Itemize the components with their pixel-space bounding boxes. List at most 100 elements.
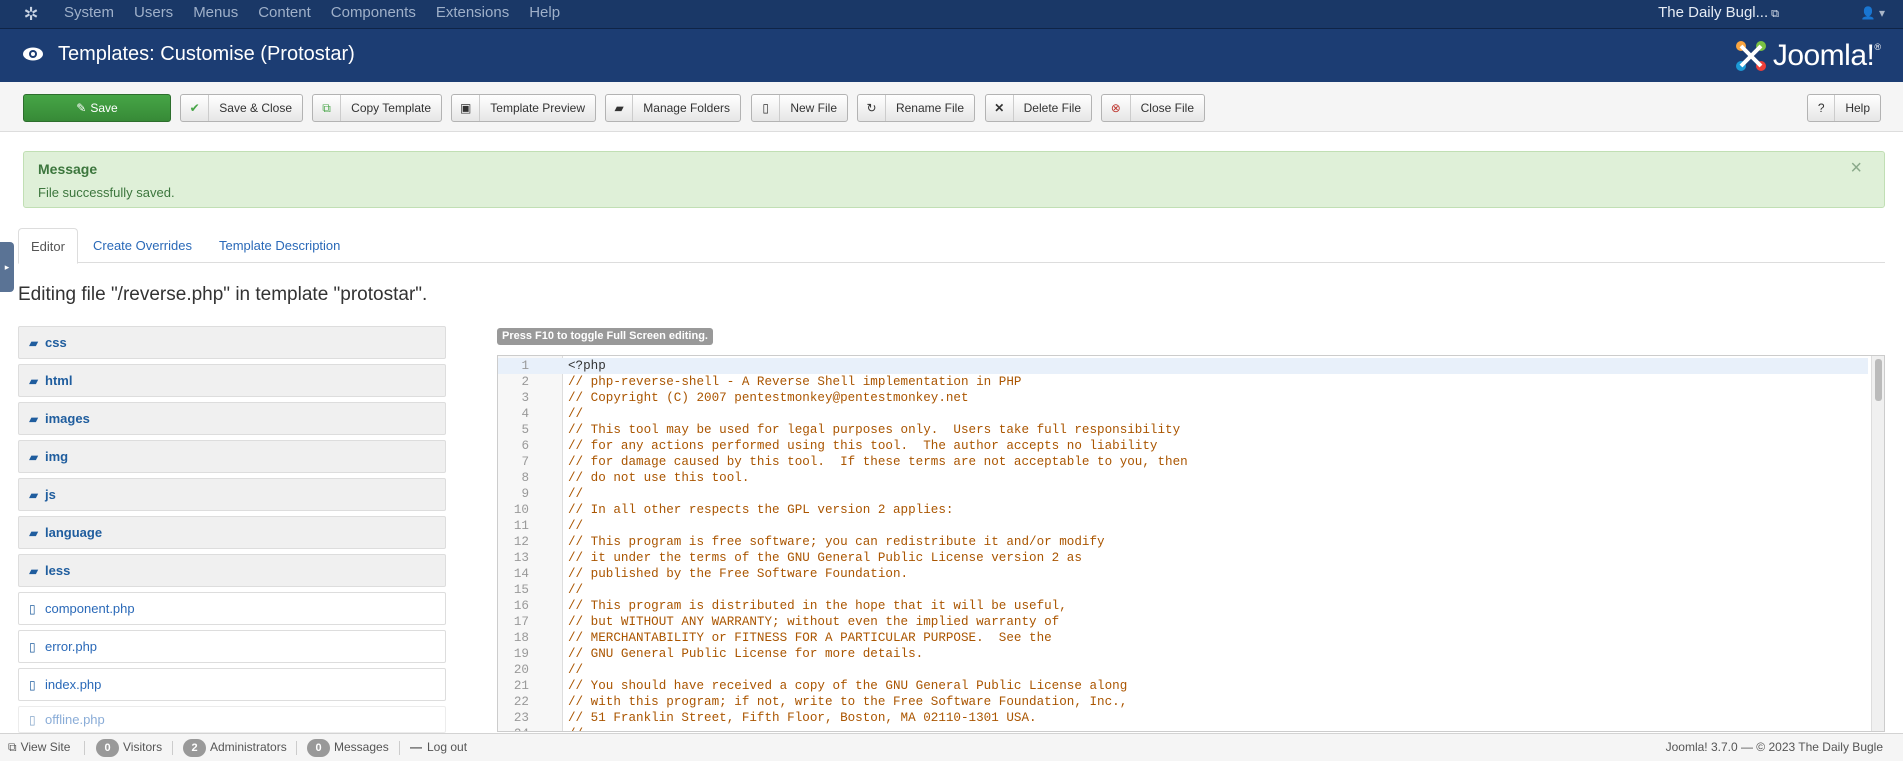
template-preview-button[interactable]: ▣ Template Preview — [451, 94, 596, 122]
folder-js[interactable]: ▰ js — [18, 478, 446, 511]
file-offline-php[interactable]: ▯ offline.php — [18, 706, 446, 733]
save-button[interactable]: ✎ Save — [23, 94, 171, 122]
code-text: // GNU General Public License for more d… — [568, 647, 924, 661]
file-component-php[interactable]: ▯ component.php — [18, 592, 446, 625]
copy-template-button[interactable]: ⧉ Copy Template — [312, 94, 442, 122]
line-number: 12 — [513, 535, 529, 549]
code-line[interactable]: 22 // with this program; if not, write to… — [498, 694, 1868, 710]
code-line[interactable]: 6 // for any actions performed using this… — [498, 438, 1868, 454]
folder-html[interactable]: ▰ html — [18, 364, 446, 397]
code-line[interactable]: 23 // 51 Franklin Street, Fifth Floor, Bo… — [498, 710, 1868, 726]
code-text: // but WITHOUT ANY WARRANTY; without eve… — [568, 615, 1060, 629]
code-line[interactable]: 18 // MERCHANTABILITY or FITNESS FOR A PA… — [498, 630, 1868, 646]
messages-label: Messages — [334, 740, 389, 754]
line-number: 21 — [513, 679, 529, 693]
code-line[interactable]: 2 // php-reverse-shell - A Reverse Shell … — [498, 374, 1868, 390]
code-text: // This program is distributed in the ho… — [568, 599, 1067, 613]
tab-template-description[interactable]: Template Description — [207, 228, 352, 264]
code-line[interactable]: 12 // This program is free software; you … — [498, 534, 1868, 550]
code-editor[interactable]: 1 <?php 2 // php-reverse-shell - A Reverse … — [497, 355, 1885, 732]
line-number: 3 — [521, 391, 529, 405]
code-text: // — [568, 663, 584, 677]
rename-file-label: Rename File — [895, 101, 964, 115]
view-site-link[interactable]: ⧉ View Site — [8, 734, 70, 761]
divider — [172, 741, 173, 755]
code-line[interactable]: 20 // — [498, 662, 1868, 678]
code-line[interactable]: 14 // published by the Free Software Foun… — [498, 566, 1868, 582]
menu-menus[interactable]: Menus — [183, 0, 248, 29]
tab-create-overrides[interactable]: Create Overrides — [81, 228, 204, 264]
code-line[interactable]: 1 <?php — [498, 358, 1868, 374]
folder-images[interactable]: ▰ images — [18, 402, 446, 435]
menu-system[interactable]: System — [54, 0, 124, 29]
scrollbar-thumb[interactable] — [1875, 359, 1882, 401]
folder-less[interactable]: ▰ less — [18, 554, 446, 587]
menu-content[interactable]: Content — [248, 0, 321, 29]
code-line[interactable]: 5 // This tool may be used for legal purp… — [498, 422, 1868, 438]
copy-template-label: Copy Template — [351, 101, 431, 115]
code-line[interactable]: 24 // — [498, 726, 1868, 731]
editor-scrollbar[interactable] — [1871, 356, 1884, 731]
line-number: 4 — [521, 407, 529, 421]
minus-icon: — — [410, 740, 422, 754]
page-header: Templates: Customise (Protostar) Joomla!… — [0, 29, 1903, 82]
menu-components[interactable]: Components — [321, 0, 426, 29]
file-index-php[interactable]: ▯ index.php — [18, 668, 446, 701]
manage-folders-button[interactable]: ▰ Manage Folders — [605, 94, 741, 122]
file-error-php[interactable]: ▯ error.php — [18, 630, 446, 663]
logout-link[interactable]: — Log out — [410, 734, 467, 761]
new-file-label: New File — [790, 101, 837, 115]
code-line[interactable]: 21 // You should have received a copy of … — [498, 678, 1868, 694]
close-file-button[interactable]: ⊗ Close File — [1101, 94, 1205, 122]
save-close-button[interactable]: ✔ Save & Close — [180, 94, 303, 122]
registered-mark: ® — [1874, 42, 1881, 52]
folder-css[interactable]: ▰ css — [18, 326, 446, 359]
folder-language[interactable]: ▰ language — [18, 516, 446, 549]
code-text: // php-reverse-shell - A Reverse Shell i… — [568, 375, 1022, 389]
menu-users[interactable]: Users — [124, 0, 183, 29]
menu-extensions[interactable]: Extensions — [426, 0, 519, 29]
line-number: 9 — [521, 487, 529, 501]
menu-help[interactable]: Help — [519, 0, 570, 29]
folder-icon: ▰ — [29, 411, 39, 426]
messages-link[interactable]: 0 Messages — [307, 734, 389, 761]
copy-icon: ⧉ — [313, 95, 342, 121]
close-icon[interactable]: × — [1850, 158, 1862, 178]
administrators-label: Administrators — [210, 740, 287, 754]
delete-file-label: Delete File — [1023, 101, 1081, 115]
code-line[interactable]: 17 // but WITHOUT ANY WARRANTY; without e… — [498, 614, 1868, 630]
divider — [399, 741, 400, 755]
code-line[interactable]: 7 // for damage caused by this tool. If t… — [498, 454, 1868, 470]
code-line[interactable]: 9 // — [498, 486, 1868, 502]
code-line[interactable]: 19 // GNU General Public License for more… — [498, 646, 1868, 662]
code-line[interactable]: 8 // do not use this tool. — [498, 470, 1868, 486]
visitors-link[interactable]: 0 Visitors — [96, 734, 162, 761]
tab-editor[interactable]: Editor — [18, 228, 78, 264]
code-text: // This tool may be used for legal purpo… — [568, 423, 1181, 437]
joomla-menu-icon[interactable]: ✲ — [20, 4, 42, 24]
file-label: component.php — [45, 601, 135, 616]
version-footer: Joomla! 3.7.0 — © 2023 The Daily Bugle — [1665, 740, 1883, 754]
line-number: 15 — [513, 583, 529, 597]
code-line[interactable]: 15 // — [498, 582, 1868, 598]
delete-file-button[interactable]: ✕ Delete File — [985, 94, 1092, 122]
line-number: 10 — [513, 503, 529, 517]
rename-file-button[interactable]: ↻ Rename File — [857, 94, 975, 122]
code-line[interactable]: 16 // This program is distributed in the … — [498, 598, 1868, 614]
new-file-button[interactable]: ▯ New File — [751, 94, 848, 122]
folder-icon: ▰ — [29, 449, 39, 464]
code-line[interactable]: 11 // — [498, 518, 1868, 534]
visitors-label: Visitors — [123, 740, 163, 754]
code-line[interactable]: 4 // — [498, 406, 1868, 422]
help-button[interactable]: ? Help — [1807, 94, 1881, 122]
code-line[interactable]: 10 // In all other respects the GPL versi… — [498, 502, 1868, 518]
sidebar-toggle[interactable]: ▸ — [0, 242, 14, 292]
user-menu[interactable]: 👤 ▾ — [1861, 0, 1885, 26]
administrators-link[interactable]: 2 Administrators — [183, 734, 287, 761]
code-line[interactable]: 3 // Copyright (C) 2007 pentestmonkey@pen… — [498, 390, 1868, 406]
manage-folders-label: Manage Folders — [643, 101, 730, 115]
code-line[interactable]: 13 // it under the terms of the GNU Gener… — [498, 550, 1868, 566]
site-link[interactable]: The Daily Bugl... ⧉ — [1658, 0, 1779, 27]
page-title: Templates: Customise (Protostar) — [58, 43, 355, 65]
folder-img[interactable]: ▰ img — [18, 440, 446, 473]
